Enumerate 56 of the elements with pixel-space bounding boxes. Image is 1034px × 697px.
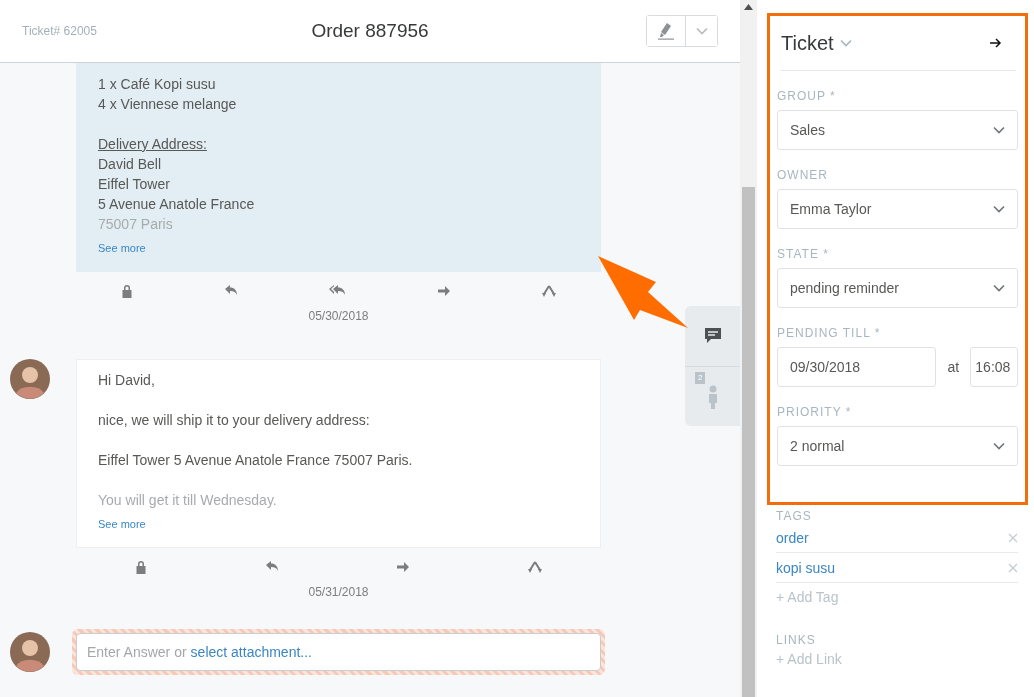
lock-icon[interactable]: [134, 560, 147, 574]
field-label: OWNER: [777, 168, 829, 182]
message-line: David Bell: [98, 155, 163, 174]
scroll-up-icon[interactable]: [744, 4, 753, 10]
see-more-link[interactable]: See more: [98, 241, 146, 255]
person-icon: [707, 384, 718, 409]
forward-arrow-icon[interactable]: [396, 561, 411, 573]
message-line: 5 Avenue Anatole France: [98, 195, 256, 214]
message-line: Hi David,: [98, 371, 156, 390]
time-field[interactable]: 16:08: [970, 347, 1018, 387]
attachment-link[interactable]: select attachment...: [190, 644, 312, 660]
field-label: GROUP *: [777, 89, 837, 103]
field-label: STATE *: [777, 247, 830, 261]
message-line: Eiffel Tower: [98, 175, 171, 194]
scrollbar-thumb[interactable]: [742, 187, 755, 697]
panel-title: Ticket: [781, 31, 834, 55]
split-icon[interactable]: [528, 560, 543, 574]
at-label: at: [946, 359, 961, 375]
chevron-down-icon: [993, 442, 1005, 450]
section-label: TAGS: [776, 509, 813, 523]
message-line: Delivery Address:: [98, 135, 208, 154]
select-field[interactable]: 2 normal: [777, 426, 1018, 466]
chevron-down-icon: [993, 284, 1005, 292]
chat-icon: [703, 327, 722, 345]
article-date: 05/31/2018: [307, 585, 370, 599]
field-label: PRIORITY *: [777, 405, 853, 419]
chevron-down-icon: [993, 205, 1005, 213]
message-line: nice, we will ship it to your delivery address:: [98, 411, 371, 430]
highlighter-icon: [658, 22, 674, 40]
lock-icon[interactable]: [121, 284, 134, 298]
chevron-down-icon: [695, 27, 708, 35]
section-label: LINKS: [776, 633, 817, 647]
tag-link[interactable]: order: [776, 529, 1008, 546]
chevron-down-icon: [993, 126, 1005, 134]
article-date: 05/30/2018: [307, 309, 370, 323]
message-line: 1 x Café Kopi susu: [98, 75, 217, 94]
avatar: [9, 359, 50, 399]
message-line: Eiffel Tower 5 Avenue Anatole France 75007 Paris.: [98, 451, 414, 470]
forward-arrow-icon[interactable]: [437, 285, 452, 297]
message-line: 4 x Viennese melange: [98, 95, 238, 114]
avatar: [9, 632, 50, 672]
reply-field[interactable]: Enter Answer or select attachment...: [72, 629, 605, 675]
select-field[interactable]: pending reminder: [777, 268, 1018, 308]
ticket-title: Order 887956: [311, 20, 429, 42]
message-line: You will get it till Wednesday.: [98, 491, 278, 510]
field-label: PENDING TILL *: [777, 326, 882, 340]
date-field[interactable]: 09/30/2018: [777, 347, 937, 387]
arrow-right-icon[interactable]: [990, 38, 1002, 48]
see-more-link[interactable]: See more: [98, 517, 146, 531]
ticket-number: Ticket# 62005: [22, 24, 97, 38]
split-icon[interactable]: [541, 284, 556, 298]
select-field[interactable]: Sales: [777, 110, 1018, 150]
select-field[interactable]: Emma Taylor: [777, 189, 1018, 229]
tag-link[interactable]: kopi susu: [776, 559, 1008, 576]
chevron-down-icon[interactable]: [839, 39, 852, 47]
message-line: 75007 Paris: [98, 215, 174, 234]
